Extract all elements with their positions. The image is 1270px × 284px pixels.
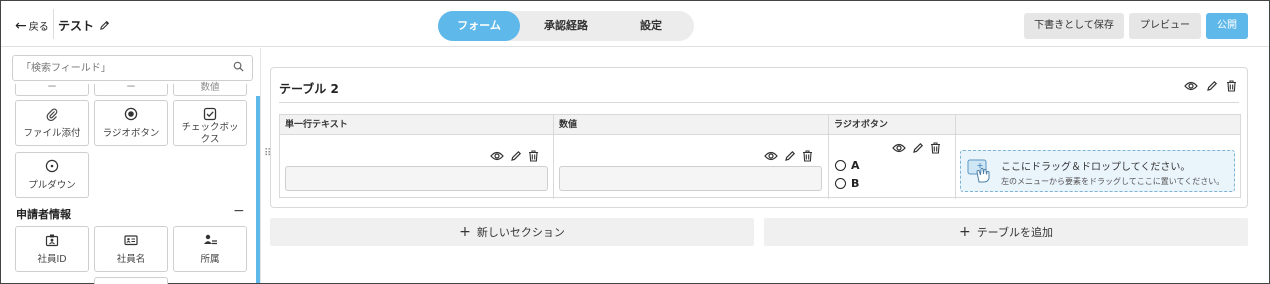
preview-button[interactable]: プレビュー (1129, 13, 1201, 39)
edit-pencil-icon[interactable] (784, 150, 796, 162)
radio-circle-icon (835, 160, 846, 171)
table-actions (1184, 80, 1237, 92)
pencil-icon[interactable] (99, 20, 110, 31)
edit-pencil-icon[interactable] (510, 150, 522, 162)
search-icon (233, 61, 244, 72)
table-title: テーブル 2 (279, 82, 339, 96)
publish-button[interactable]: 公開 (1206, 13, 1248, 39)
eye-icon[interactable] (1184, 80, 1198, 92)
form-title[interactable]: テスト (58, 17, 110, 34)
column-divider (553, 115, 554, 199)
number-input[interactable] (559, 166, 822, 191)
field-tile-dropdown[interactable]: プルダウン (15, 152, 89, 198)
department-icon (174, 233, 246, 247)
field-tile-employee-id[interactable]: 社員ID (15, 226, 89, 272)
column-header-single-line-text: 単一行テキスト (285, 120, 348, 130)
eye-icon[interactable] (892, 142, 906, 154)
cell-actions (764, 150, 813, 162)
tab-approval-route[interactable]: 承認経路 (524, 11, 608, 41)
form-title-text: テスト (58, 19, 95, 33)
field-tile-number-partial[interactable]: 数値 (173, 82, 247, 96)
trash-icon[interactable] (528, 150, 539, 162)
arrow-left-icon: ← (15, 17, 27, 34)
add-table-button[interactable]: + テーブルを追加 (764, 218, 1248, 246)
top-header: ← 戻る テスト フォーム 承認経路 設定 下書きとして保存 プレビュー 公開 (1, 1, 1269, 47)
radio-option-a[interactable]: A (835, 159, 860, 172)
eye-icon[interactable] (764, 150, 778, 162)
radio-option-b[interactable]: B (835, 177, 859, 190)
back-button[interactable]: ← 戻る (15, 17, 49, 34)
eye-icon[interactable] (490, 150, 504, 162)
field-tile-department[interactable]: 所属 (173, 226, 247, 272)
table-header-row: 単一行テキスト 数値 ラジオボタン (280, 115, 1240, 135)
search-field-input[interactable] (12, 55, 253, 81)
edit-pencil-icon[interactable] (1206, 80, 1218, 92)
checkbox-icon (174, 107, 246, 121)
single-line-text-input[interactable] (285, 166, 548, 191)
edit-pencil-icon[interactable] (912, 142, 924, 154)
back-label: 戻る (28, 22, 49, 33)
paperclip-icon (16, 107, 88, 121)
column-header-radio-button: ラジオボタン (834, 120, 888, 130)
drop-zone-hint: 左のメニューから要素をドラッグしてここに置いてください。 (1001, 177, 1225, 186)
save-draft-button[interactable]: 下書きとして保存 (1024, 13, 1124, 39)
trash-icon[interactable] (802, 150, 813, 162)
radio-button-icon (95, 107, 167, 121)
collapse-section-toggle[interactable]: − (233, 203, 245, 219)
employee-id-icon (16, 233, 88, 247)
sidebar-divider (260, 48, 261, 283)
radio-circle-icon (835, 178, 846, 189)
tab-settings[interactable]: 設定 (610, 11, 692, 41)
column-header-number: 数値 (559, 120, 578, 130)
table-fields-grid: 単一行テキスト 数値 ラジオボタン A B ここにドラッグ＆ドロップしてください… (279, 114, 1241, 199)
column-divider (828, 115, 829, 199)
field-tile-partial[interactable] (94, 277, 168, 284)
plus-icon: + (958, 224, 971, 240)
drop-zone[interactable]: ここにドラッグ＆ドロップしてください。 左のメニューから要素をドラッグしてここに… (960, 150, 1235, 192)
drop-zone-title: ここにドラッグ＆ドロップしてください。 (1001, 162, 1191, 173)
column-divider (955, 115, 956, 199)
table-section-card: テーブル 2 単一行テキスト 数値 ラジオボタン A B ここにドラッグ＆ドロッ… (270, 67, 1248, 208)
field-tile-partial[interactable]: ー (15, 82, 89, 96)
name-card-icon (95, 233, 167, 247)
field-palette-sidebar: ー ー 数値 ファイル添付 ラジオボタン チェックボックス プルダウン 申請者情… (1, 48, 258, 284)
field-tile-radio-button[interactable]: ラジオボタン (94, 100, 168, 146)
trash-icon[interactable] (1226, 80, 1237, 92)
dropdown-icon (16, 159, 88, 173)
cell-actions (892, 142, 941, 154)
trash-icon[interactable] (930, 142, 941, 154)
header-divider (53, 9, 54, 39)
field-tile-partial[interactable]: ー (94, 82, 168, 96)
mode-tabs: フォーム 承認経路 設定 (438, 11, 694, 41)
field-tile-file-attachment[interactable]: ファイル添付 (15, 100, 89, 146)
field-tile-checkbox[interactable]: チェックボックス (173, 100, 247, 146)
plus-icon: + (459, 224, 471, 240)
drag-drop-icon (967, 158, 995, 184)
applicant-info-section-title: 申請者情報 (16, 208, 71, 221)
cell-actions (490, 150, 539, 162)
new-section-button[interactable]: + 新しいセクション (270, 218, 754, 246)
card-divider (279, 102, 1239, 103)
tab-form[interactable]: フォーム (438, 11, 520, 41)
field-tile-employee-name[interactable]: 社員名 (94, 226, 168, 272)
